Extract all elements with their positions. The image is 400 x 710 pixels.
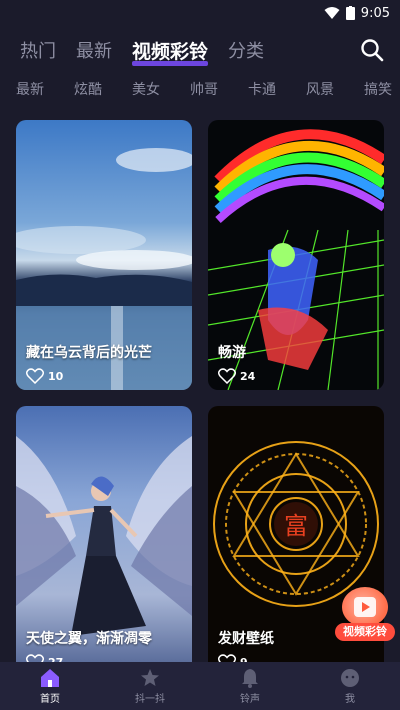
top-tabs: 热门 最新 视频彩铃 分类 <box>0 30 400 70</box>
nav-label: 我 <box>345 694 355 705</box>
nav-label: 抖一抖 <box>135 694 165 705</box>
subcategory-cool[interactable]: 炫酷 <box>74 79 102 99</box>
nav-label: 铃声 <box>240 694 260 705</box>
subcategory-cartoon[interactable]: 卡通 <box>248 79 276 99</box>
tab-category[interactable]: 分类 <box>228 37 264 63</box>
bottom-nav: 首页 抖一抖 铃声 我 <box>0 662 400 710</box>
nav-label: 首页 <box>40 694 60 705</box>
card-likes[interactable]: 24 <box>218 368 255 384</box>
wifi-icon <box>324 7 340 19</box>
heart-icon <box>218 368 236 384</box>
status-bar: 9:05 <box>0 0 400 26</box>
nav-item-me[interactable]: 我 <box>320 668 380 705</box>
bell-icon <box>242 669 258 688</box>
subcategory-latest[interactable]: 最新 <box>16 79 44 99</box>
play-icon <box>342 587 388 627</box>
svg-text:富: 富 <box>284 512 308 540</box>
nav-item-ringtone[interactable]: 铃声 <box>220 668 280 705</box>
like-count: 10 <box>48 369 64 383</box>
video-card[interactable]: 藏在乌云背后的光芒 10 <box>16 120 192 390</box>
subcategory-beauty[interactable]: 美女 <box>132 79 160 99</box>
like-count: 24 <box>240 369 256 383</box>
video-ringtone-float-button[interactable]: 视频彩铃 <box>335 587 395 641</box>
video-card[interactable]: 天使之翼，渐渐凋零 27 <box>16 406 192 676</box>
battery-icon <box>345 6 355 20</box>
heart-icon <box>26 368 44 384</box>
subcategory-handsome[interactable]: 帅哥 <box>190 79 218 99</box>
video-card[interactable]: 畅游 24 <box>208 120 384 390</box>
tab-video-ringtone[interactable]: 视频彩铃 <box>132 37 209 66</box>
card-title: 天使之翼，渐渐凋零 <box>26 631 152 647</box>
star-icon <box>141 669 159 686</box>
profile-icon <box>341 669 359 687</box>
search-icon[interactable] <box>360 38 384 62</box>
subcategory-funny[interactable]: 搞笑 <box>364 79 392 99</box>
tab-hot[interactable]: 热门 <box>20 37 56 63</box>
nav-item-shake[interactable]: 抖一抖 <box>120 668 180 705</box>
subcategory-scenery[interactable]: 风景 <box>306 79 334 99</box>
nav-item-home[interactable]: 首页 <box>20 668 80 705</box>
card-likes[interactable]: 10 <box>26 368 63 384</box>
card-title: 畅游 <box>218 345 246 361</box>
subcategory-bar: 最新 炫酷 美女 帅哥 卡通 风景 搞笑 <box>0 76 400 102</box>
home-icon <box>41 669 59 687</box>
card-title: 发财壁纸 <box>218 631 274 647</box>
tab-latest[interactable]: 最新 <box>76 37 112 63</box>
ring-badge-label: 视频彩铃 <box>335 623 395 641</box>
card-title: 藏在乌云背后的光芒 <box>26 345 152 361</box>
status-time: 9:05 <box>360 5 390 21</box>
